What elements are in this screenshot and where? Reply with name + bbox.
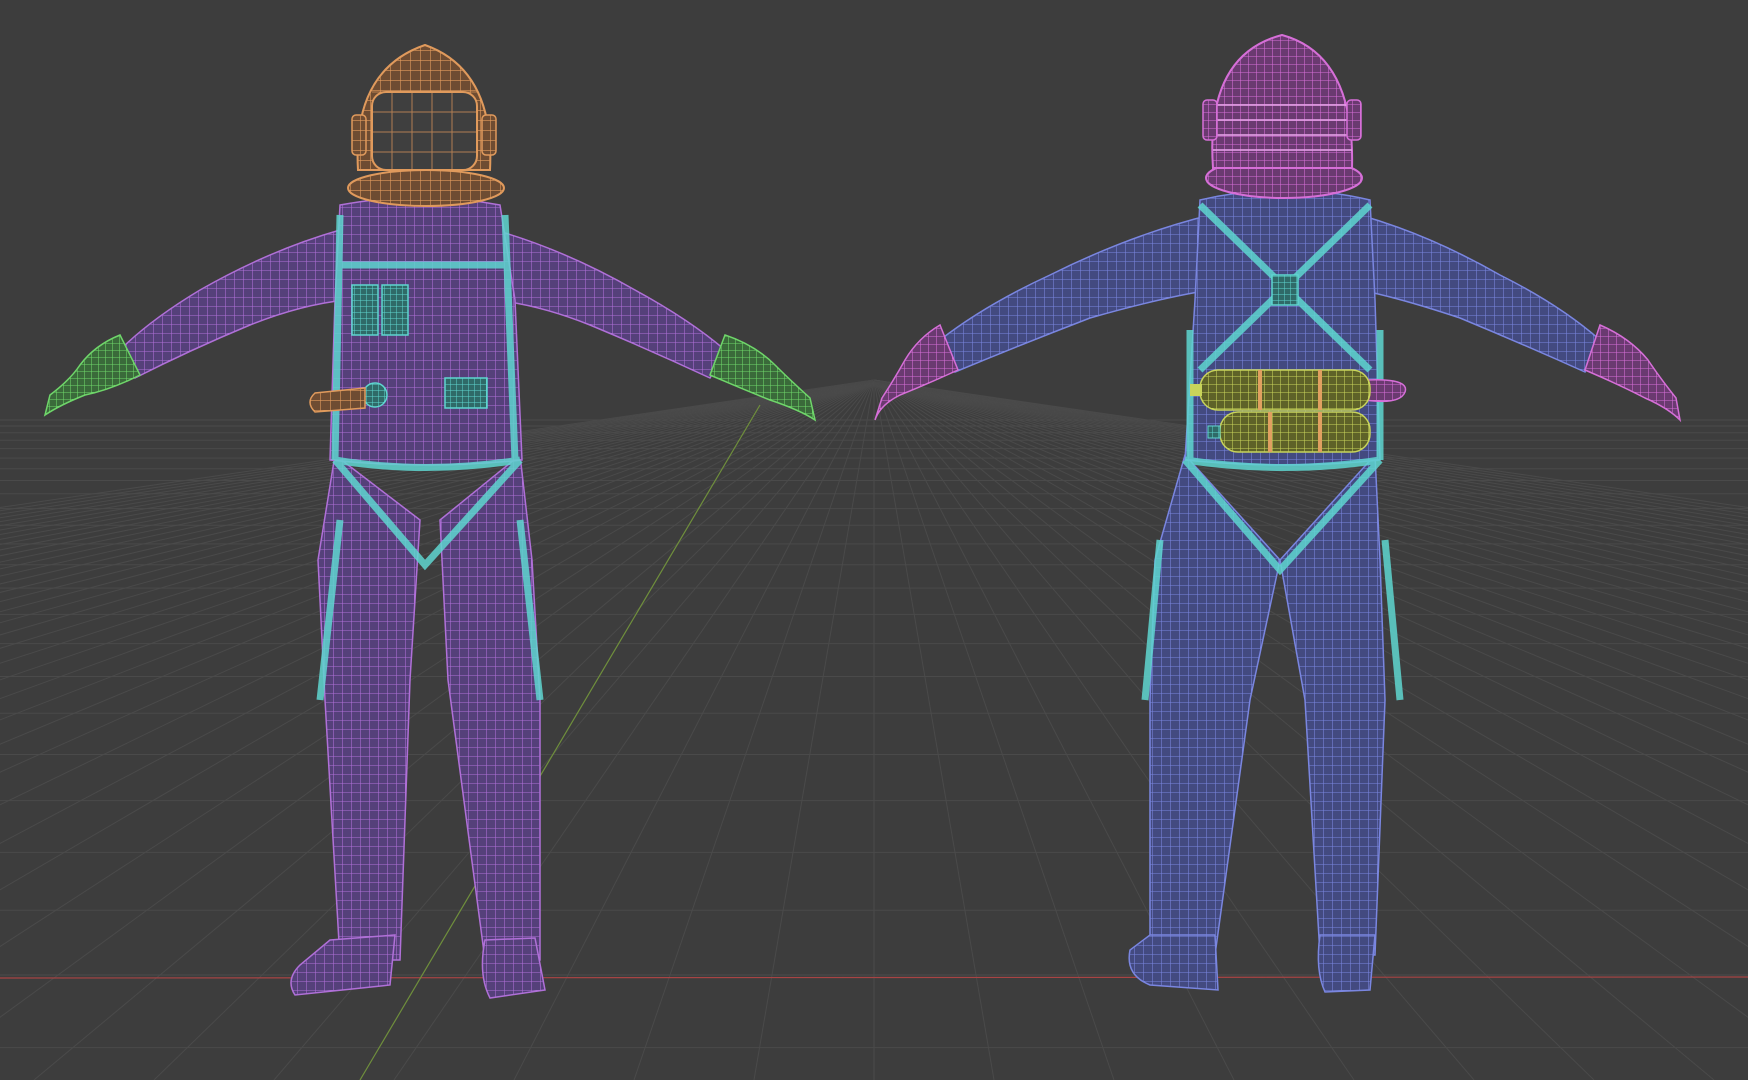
front-left-leg — [317, 453, 421, 961]
back-right-leg — [1279, 453, 1386, 956]
back-harness-buckle — [1271, 274, 1299, 306]
back-right-arm — [1359, 214, 1601, 373]
viewport-floor-grid — [0, 379, 1748, 1080]
astronaut-front-wireframe[interactable] — [43, 43, 817, 999]
back-helmet-icon — [1202, 33, 1363, 199]
front-right-boot — [481, 937, 546, 999]
front-helmet-icon — [347, 43, 505, 207]
front-left-arm — [119, 229, 346, 380]
front-chest-panel — [444, 377, 488, 409]
back-left-arm — [939, 214, 1211, 373]
3d-viewport[interactable] — [0, 0, 1748, 1080]
front-left-boot — [290, 934, 396, 996]
front-chest-pocket-right — [381, 284, 409, 336]
back-right-boot — [1317, 934, 1376, 993]
front-chest-pocket-left — [351, 284, 379, 336]
front-left-glove-icon — [43, 334, 142, 417]
front-hose — [309, 387, 366, 413]
front-right-arm — [494, 229, 726, 379]
x-axis-line — [0, 976, 1748, 979]
front-hose-connector — [362, 382, 388, 408]
back-left-boot — [1128, 934, 1219, 991]
back-right-glove-icon — [1584, 323, 1682, 423]
